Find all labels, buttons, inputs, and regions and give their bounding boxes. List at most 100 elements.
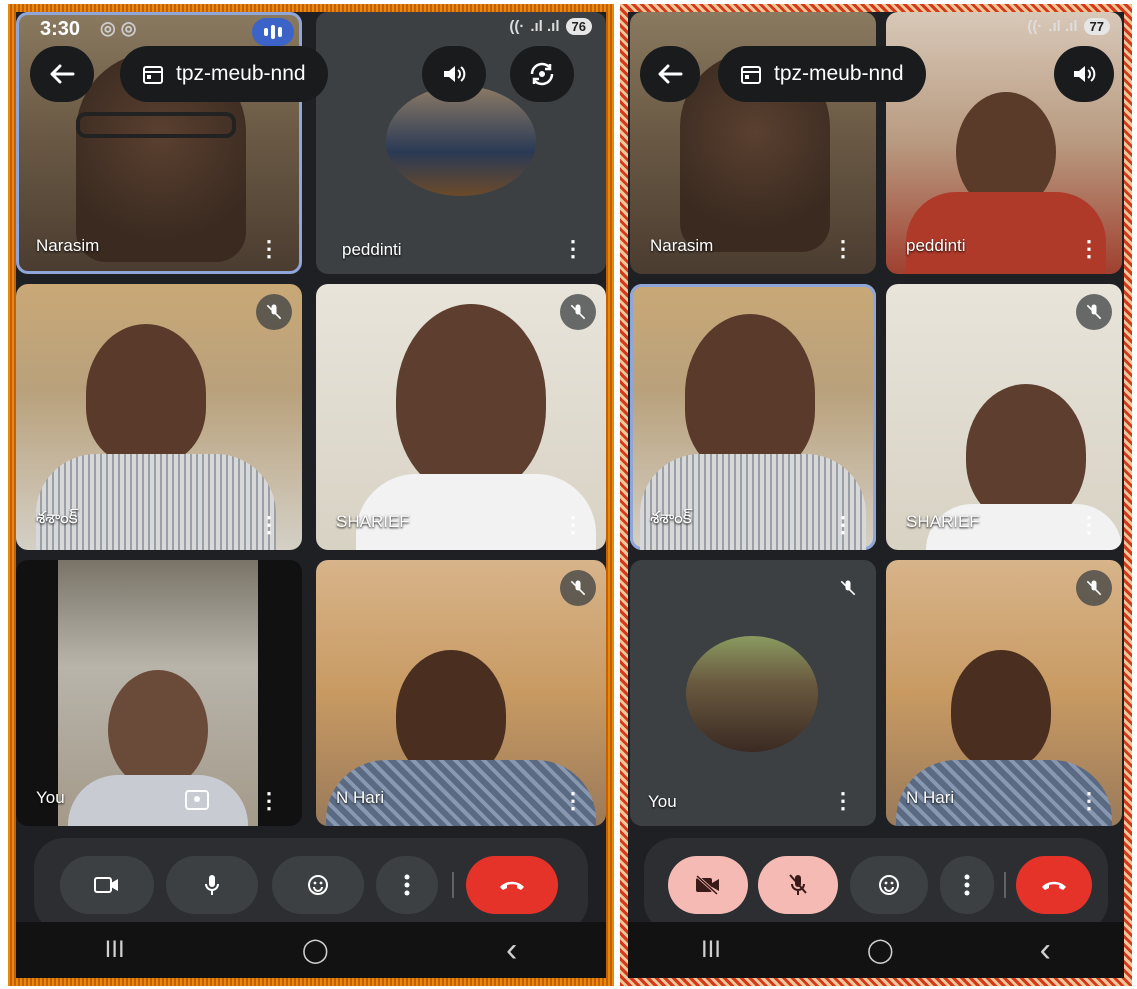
wifi-icon: ((· (1027, 18, 1043, 35)
meeting-code: tpz-meub-nnd (176, 62, 306, 85)
participant-name: peddinti (342, 240, 402, 259)
tile-you[interactable]: You ⋮ (16, 560, 302, 826)
home-button[interactable]: ◯ (867, 936, 894, 965)
speaker-button[interactable] (1054, 46, 1114, 102)
meeting-info-button[interactable]: tpz-meub-nnd (718, 46, 926, 102)
self-video (58, 560, 258, 826)
participant-name: Narasim (36, 236, 100, 255)
mic-toggle-button[interactable] (166, 856, 258, 914)
camera-toggle-button[interactable] (60, 856, 154, 914)
recents-button[interactable]: III (105, 936, 125, 964)
more-vert-icon[interactable]: ⋮ (258, 514, 280, 536)
emoji-icon (879, 875, 899, 895)
more-vert-icon[interactable]: ⋮ (1078, 238, 1100, 260)
calendar-icon (143, 66, 163, 84)
tile-shashank[interactable]: శశాంక్ ⋮ (630, 284, 876, 550)
avatar (686, 636, 818, 752)
speaker-button[interactable] (422, 46, 486, 102)
mic-toggle-button[interactable] (758, 856, 838, 914)
battery-level: 76 (565, 18, 592, 35)
more-vert-icon[interactable]: ⋮ (1078, 790, 1100, 812)
switch-camera-icon (530, 62, 554, 86)
more-vert-icon[interactable]: ⋮ (258, 238, 280, 260)
status-bar: ((· .ıl .ıl 77 (628, 12, 1124, 46)
participant-name: You (36, 788, 65, 807)
home-button[interactable]: ◯ (302, 936, 329, 965)
meeting-info-button[interactable]: tpz-meub-nnd (120, 46, 328, 102)
participant-name: N Hari (906, 788, 955, 807)
signal-icon: .ıl .ıl (530, 18, 560, 35)
divider (452, 872, 454, 898)
more-vert-icon[interactable]: ⋮ (562, 514, 584, 536)
end-call-button[interactable] (466, 856, 558, 914)
back-nav-button[interactable]: ‹ (1040, 931, 1051, 970)
emoji-icon (308, 875, 328, 895)
participant-shirt (906, 192, 1106, 274)
meeting-code: tpz-meub-nnd (774, 62, 904, 85)
status-bar: 3:30 ◎ ◎ ((· .ıl .ıl 76 (16, 12, 606, 46)
more-vert-icon[interactable]: ⋮ (562, 238, 584, 260)
glasses (76, 112, 236, 138)
participant-shirt (68, 775, 248, 826)
reactions-button[interactable] (272, 856, 364, 914)
mic-icon (205, 875, 219, 895)
back-button[interactable] (30, 46, 94, 102)
back-button[interactable] (640, 46, 700, 102)
call-top-bar: tpz-meub-nnd (16, 46, 606, 104)
mic-off-icon (830, 570, 866, 606)
more-vert-icon (404, 874, 410, 896)
more-options-button[interactable] (940, 856, 994, 914)
participant-name: SHARIEF (336, 512, 410, 531)
more-vert-icon[interactable]: ⋮ (832, 238, 854, 260)
wifi-icon: ((· (509, 18, 525, 35)
reframe-icon[interactable] (184, 788, 212, 812)
more-options-button[interactable] (376, 856, 438, 914)
participant-video (86, 324, 206, 464)
switch-camera-button[interactable] (510, 46, 574, 102)
more-vert-icon[interactable]: ⋮ (832, 514, 854, 536)
divider (1004, 872, 1006, 898)
participant-name: You (648, 792, 677, 811)
participant-video (396, 304, 546, 494)
reactions-button[interactable] (850, 856, 928, 914)
system-nav-bar: III ◯ ‹ (16, 922, 606, 978)
more-vert-icon[interactable]: ⋮ (832, 790, 854, 812)
participant-name: శశాంక్ (36, 508, 78, 527)
system-nav-bar: III ◯ ‹ (628, 922, 1124, 978)
call-top-bar: tpz-meub-nnd (628, 46, 1124, 104)
more-vert-icon[interactable]: ⋮ (1078, 514, 1100, 536)
mic-off-icon (256, 294, 292, 330)
tile-you[interactable]: You ⋮ (630, 560, 876, 826)
speaker-icon (1074, 66, 1096, 82)
camera-toggle-button[interactable] (668, 856, 748, 914)
participant-name: Narasim (650, 236, 714, 255)
arrow-left-icon (50, 64, 75, 84)
more-vert-icon[interactable]: ⋮ (562, 790, 584, 812)
more-vert-icon[interactable]: ⋮ (258, 790, 280, 812)
tile-sharief[interactable]: SHARIEF ⋮ (316, 284, 606, 550)
call-controls (34, 838, 588, 932)
mic-off-icon (1076, 294, 1112, 330)
calendar-icon (741, 66, 761, 84)
participant-shirt (36, 454, 276, 550)
active-call-indicator[interactable] (252, 18, 294, 46)
tile-n-hari[interactable]: N Hari ⋮ (316, 560, 606, 826)
end-call-icon (500, 881, 524, 890)
tile-n-hari[interactable]: N Hari ⋮ (886, 560, 1122, 826)
recents-button[interactable]: III (701, 936, 721, 964)
participant-name: N Hari (336, 788, 385, 807)
camera-icon (94, 877, 118, 893)
participant-name: peddinti (906, 236, 966, 255)
camera-off-icon (695, 874, 719, 896)
speaker-icon (444, 66, 466, 82)
status-signal-icons: ((· .ıl .ıl 76 (509, 18, 592, 35)
end-call-button[interactable] (1016, 856, 1092, 914)
tile-sharief[interactable]: SHARIEF ⋮ (886, 284, 1122, 550)
left-phone-screen: Narasim ⋮ peddinti ⋮ శశాంక్ ⋮ SHARIEF ⋮ (16, 12, 606, 978)
tile-shashank[interactable]: శశాంక్ ⋮ (16, 284, 302, 550)
back-nav-button[interactable]: ‹ (506, 931, 517, 970)
mic-off-icon (560, 570, 596, 606)
signal-icon: .ıl .ıl (1048, 18, 1078, 35)
participant-name: SHARIEF (906, 512, 980, 531)
participant-video (951, 650, 1051, 770)
